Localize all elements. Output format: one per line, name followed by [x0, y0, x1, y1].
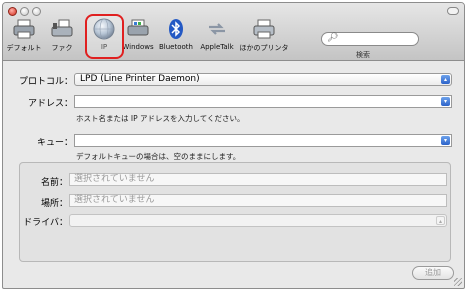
close-window-button[interactable]: [8, 7, 17, 16]
chevron-updown-icon: ▴: [436, 216, 445, 225]
printer-details-group: 名前： 選択されていません 場所： 選択されていません ドライバ： ▴: [19, 162, 451, 262]
search-label: 検索: [356, 51, 370, 59]
address-hint: ホスト名または IP アドレスを入力してください。: [76, 114, 245, 123]
address-field[interactable]: ▾: [74, 95, 452, 108]
bluetooth-icon: [164, 17, 188, 41]
protocol-value: LPD (Line Printer Daemon): [80, 74, 200, 84]
minimize-window-button[interactable]: [20, 7, 29, 16]
toolbar-label: Bluetooth: [159, 43, 193, 51]
printer-icon: [12, 17, 36, 41]
driver-label: ドライバ：: [23, 218, 68, 228]
toolbar-label: ほかのプリンタ: [239, 44, 289, 52]
protocol-label: プロトコル：: [18, 77, 73, 87]
name-label: 名前：: [40, 178, 68, 188]
toolbar-label: ファク: [51, 44, 73, 52]
toolbar-item-default[interactable]: デフォルト: [5, 17, 43, 61]
toolbar-toggle-button[interactable]: [447, 7, 459, 15]
chevron-down-icon[interactable]: ▾: [441, 136, 450, 145]
add-button[interactable]: 追加: [412, 266, 454, 280]
zoom-window-button[interactable]: [32, 7, 41, 16]
toolbar-item-other-printers[interactable]: ほかのプリンタ: [239, 17, 289, 61]
toolbar-label: Windows: [122, 43, 154, 51]
toolbar-label: デフォルト: [6, 44, 42, 52]
windows-printer-icon: [126, 17, 150, 41]
queue-hint: デフォルトキューの場合は、空のままにします。: [76, 152, 241, 161]
other-printer-icon: [252, 17, 276, 41]
name-value: 選択されていません: [74, 174, 155, 184]
window-controls: [8, 7, 41, 16]
appletalk-icon: [205, 17, 229, 41]
toolbar-item-bluetooth[interactable]: Bluetooth: [156, 17, 196, 61]
resize-grip[interactable]: [454, 278, 462, 286]
name-field[interactable]: 選択されていません: [69, 173, 447, 186]
queue-field[interactable]: ▾: [74, 134, 452, 147]
location-field[interactable]: 選択されていません: [69, 194, 447, 207]
fax-icon: [50, 17, 74, 41]
content-area: プロトコル： LPD (Line Printer Daemon) ▴ アドレス：…: [13, 67, 456, 281]
toolbar-item-appletalk[interactable]: AppleTalk: [197, 17, 237, 61]
chevron-down-icon[interactable]: ▾: [441, 97, 450, 106]
selection-highlight: [85, 14, 124, 59]
add-printer-window: デフォルト ファク IP Windows Bluetooth AppleTalk…: [2, 2, 465, 289]
address-label: アドレス：: [27, 99, 73, 109]
search-field[interactable]: 🔎︎: [321, 32, 419, 46]
search-icon: 🔎︎: [327, 33, 339, 43]
toolbar-label: AppleTalk: [200, 43, 234, 51]
location-label: 場所：: [40, 199, 68, 209]
toolbar-item-windows[interactable]: Windows: [121, 17, 155, 61]
toolbar-item-fax[interactable]: ファク: [45, 17, 79, 61]
protocol-popup[interactable]: LPD (Line Printer Daemon) ▴: [74, 73, 452, 86]
location-value: 選択されていません: [74, 195, 155, 205]
toolbar: デフォルト ファク IP Windows Bluetooth AppleTalk…: [3, 3, 464, 61]
driver-popup[interactable]: ▴: [69, 214, 447, 227]
chevron-updown-icon: ▴: [441, 75, 450, 84]
queue-label: キュー：: [36, 138, 73, 148]
